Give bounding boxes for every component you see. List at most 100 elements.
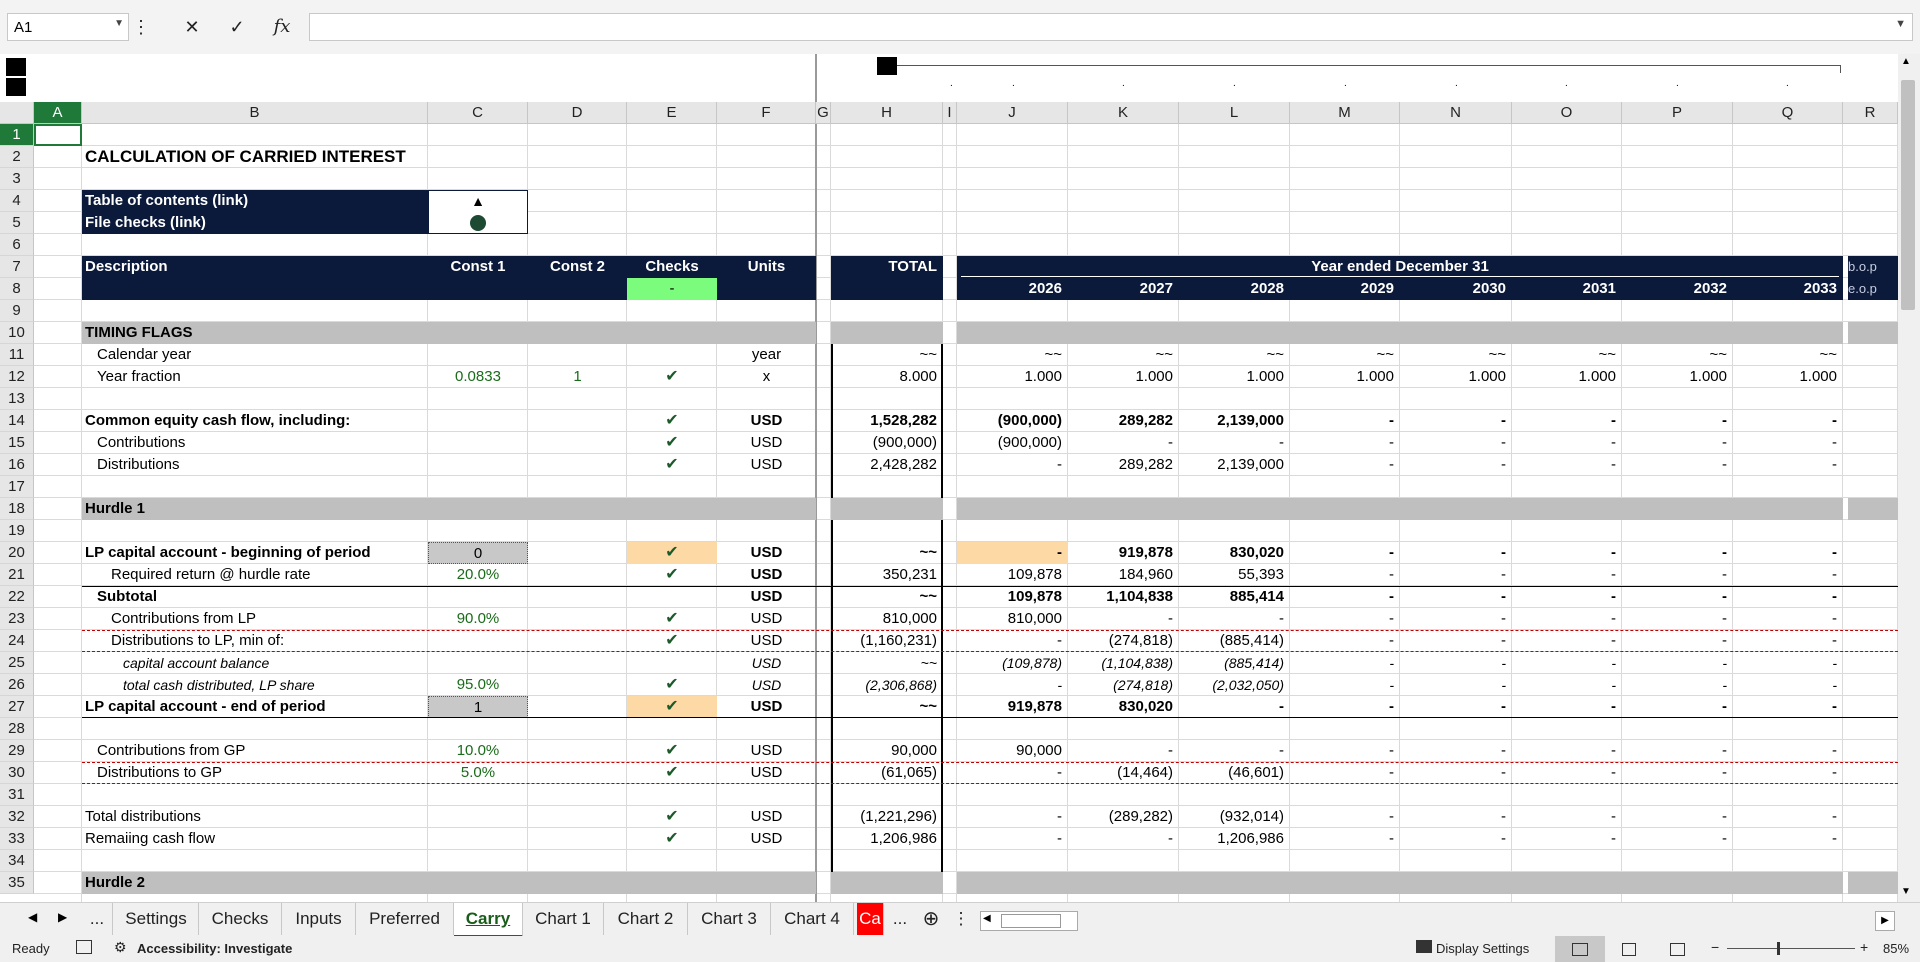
row-33-2031[interactable]: - (1512, 828, 1622, 850)
header-eop[interactable]: e.o.p (1848, 278, 1898, 300)
row-33-label[interactable]: Remaiing cash flow (82, 828, 428, 850)
row-header-26[interactable]: 26 (0, 674, 34, 696)
cancel-icon[interactable]: ✕ (172, 13, 212, 41)
row-12-check-icon[interactable]: ✔ (627, 366, 717, 388)
row-12-2030[interactable]: 1.000 (1400, 366, 1512, 388)
tabs-ellipsis-left[interactable]: ... (82, 903, 113, 935)
row-33-total[interactable]: 1,206,986 (831, 828, 943, 850)
row-25-2032[interactable]: - (1622, 652, 1733, 674)
row-21-total[interactable]: 350,231 (831, 564, 943, 586)
row-29-2027[interactable]: - (1068, 740, 1179, 762)
row-33-2029[interactable]: - (1290, 828, 1400, 850)
row-20-units[interactable]: USD (717, 542, 816, 564)
row-25-units[interactable]: USD (717, 652, 816, 674)
row-header-33[interactable]: 33 (0, 828, 34, 850)
column-header-b[interactable]: B (82, 102, 428, 124)
row-20-const1[interactable]: 0 (428, 542, 528, 564)
header-description[interactable]: Description (82, 256, 428, 278)
row-23-label[interactable]: Contributions from LP (82, 608, 428, 630)
row-25-2031[interactable]: - (1512, 652, 1622, 674)
row-25-2033[interactable]: - (1733, 652, 1843, 674)
header-year-2032[interactable]: 2032 (1622, 278, 1733, 300)
row-header-22[interactable]: 22 (0, 586, 34, 608)
column-header-n[interactable]: N (1400, 102, 1512, 124)
row-26-total[interactable]: (2,306,868) (831, 674, 943, 696)
row-27-2027[interactable]: 830,020 (1068, 696, 1179, 718)
row-23-total[interactable]: 810,000 (831, 608, 943, 630)
tab-checks[interactable]: Checks (199, 903, 282, 935)
row-header-34[interactable]: 34 (0, 850, 34, 872)
row-23-const1[interactable]: 90.0% (428, 608, 528, 630)
row-header-3[interactable]: 3 (0, 168, 34, 190)
row-15-2029[interactable]: - (1290, 432, 1400, 454)
enter-icon[interactable]: ✓ (217, 13, 257, 41)
row-23-2027[interactable]: - (1068, 608, 1179, 630)
row-header-7[interactable]: 7 (0, 256, 34, 278)
row-20-total[interactable]: ~~ (831, 542, 943, 564)
row-header-2[interactable]: 2 (0, 146, 34, 168)
row-29-total[interactable]: 90,000 (831, 740, 943, 762)
page-layout-icon[interactable] (1622, 943, 1636, 956)
row-20-2029[interactable]: - (1290, 542, 1400, 564)
row-16-2031[interactable]: - (1512, 454, 1622, 476)
display-settings[interactable]: Display Settings (1436, 941, 1529, 956)
vertical-scrollbar[interactable]: ▲ ▼ (1898, 54, 1920, 902)
row-27-2029[interactable]: - (1290, 696, 1400, 718)
tab-chart-1[interactable]: Chart 1 (523, 903, 604, 935)
column-header-g[interactable]: G (816, 102, 831, 124)
row-header-32[interactable]: 32 (0, 806, 34, 828)
row-26-const1[interactable]: 95.0% (428, 674, 528, 696)
row-23-2030[interactable]: - (1400, 608, 1512, 630)
scroll-right-icon[interactable]: ▶ (1875, 911, 1895, 931)
tab-chart-4[interactable]: Chart 4 (771, 903, 854, 935)
row-12-2026[interactable]: 1.000 (957, 366, 1068, 388)
header-year-2029[interactable]: 2029 (1290, 278, 1400, 300)
row-header-20[interactable]: 20 (0, 542, 34, 564)
row-16-2033[interactable]: - (1733, 454, 1843, 476)
scroll-left-icon[interactable]: ◀ (983, 913, 991, 924)
row-29-check-icon[interactable]: ✔ (627, 740, 717, 762)
row-25-2026[interactable]: (109,878) (957, 652, 1068, 674)
row-22-2028[interactable]: 885,414 (1179, 586, 1290, 608)
row-header-6[interactable]: 6 (0, 234, 34, 256)
row-29-2033[interactable]: - (1733, 740, 1843, 762)
row-15-2030[interactable]: - (1400, 432, 1512, 454)
header-year-2028[interactable]: 2028 (1179, 278, 1290, 300)
row-26-2026[interactable]: - (957, 674, 1068, 696)
row-header-10[interactable]: 10 (0, 322, 34, 344)
select-all-corner[interactable] (0, 102, 34, 124)
add-sheet-icon[interactable]: ⊕ (916, 903, 946, 935)
row-21-2033[interactable]: - (1733, 564, 1843, 586)
row-header-24[interactable]: 24 (0, 630, 34, 652)
row-20-2028[interactable]: 830,020 (1179, 542, 1290, 564)
row-25-2027[interactable]: (1,104,838) (1068, 652, 1179, 674)
row-23-units[interactable]: USD (717, 608, 816, 630)
row-27-2026[interactable]: 919,878 (957, 696, 1068, 718)
row-29-2032[interactable]: - (1622, 740, 1733, 762)
row-33-2028[interactable]: 1,206,986 (1179, 828, 1290, 850)
row-27-2030[interactable]: - (1400, 696, 1512, 718)
row-12-2031[interactable]: 1.000 (1512, 366, 1622, 388)
row-20-2033[interactable]: - (1733, 542, 1843, 564)
row-11-2027[interactable]: ~~ (1068, 344, 1179, 366)
row-26-2033[interactable]: - (1733, 674, 1843, 696)
row-23-2028[interactable]: - (1179, 608, 1290, 630)
row-27-check-icon[interactable]: ✔ (627, 696, 717, 718)
column-header-p[interactable]: P (1622, 102, 1733, 124)
row-21-units[interactable]: USD (717, 564, 816, 586)
row-23-check-icon[interactable]: ✔ (627, 608, 717, 630)
row-20-2032[interactable]: - (1622, 542, 1733, 564)
row-21-2027[interactable]: 184,960 (1068, 564, 1179, 586)
scroll-up-icon[interactable]: ▲ (1901, 56, 1911, 67)
row-33-2033[interactable]: - (1733, 828, 1843, 850)
row-16-2026[interactable]: - (957, 454, 1068, 476)
row-12-2029[interactable]: 1.000 (1290, 366, 1400, 388)
row-11-units[interactable]: year (717, 344, 816, 366)
header-year-2026[interactable]: 2026 (957, 278, 1068, 300)
header-year-ended[interactable]: Year ended December 31 (957, 256, 1843, 278)
row-22-2033[interactable]: - (1733, 586, 1843, 608)
name-box[interactable]: A1 ▼ (7, 13, 129, 41)
outline-level-2-icon[interactable] (6, 78, 26, 96)
expand-formula-icon[interactable]: ▼ (1895, 18, 1906, 30)
row-22-2026[interactable]: 109,878 (957, 586, 1068, 608)
